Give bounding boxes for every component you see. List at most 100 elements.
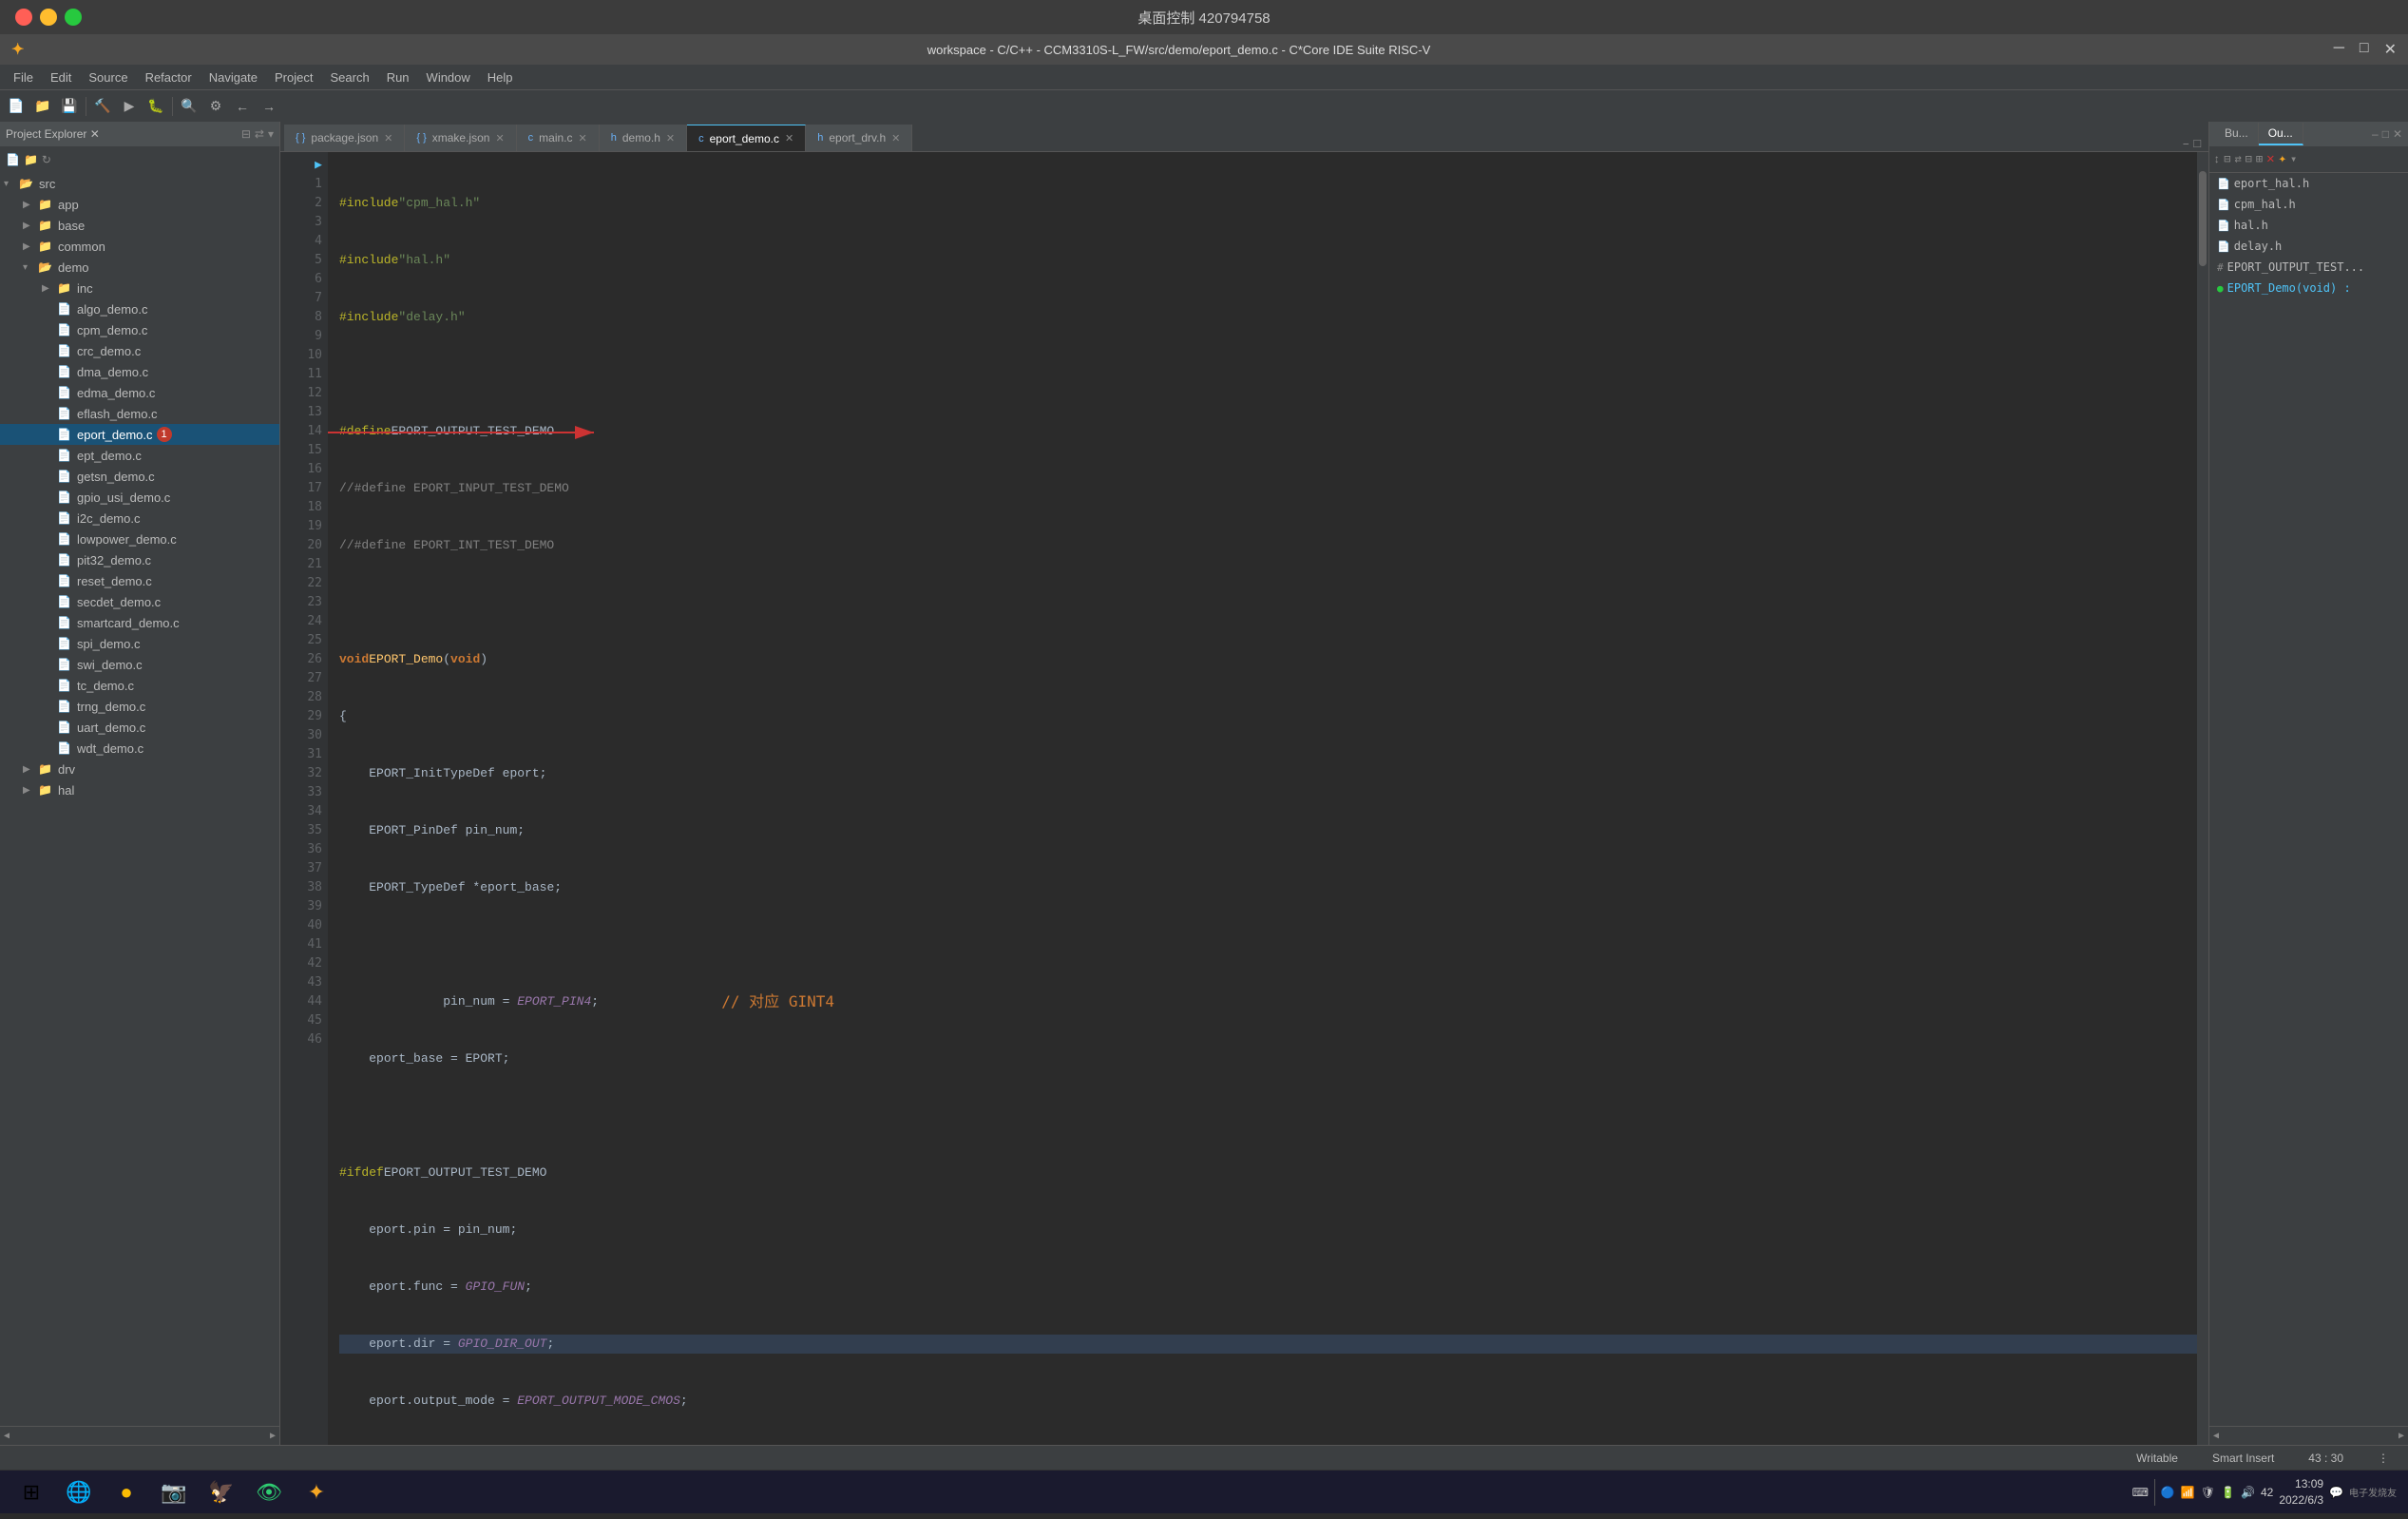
tree-item-demo[interactable]: ▾ 📂 demo [0,257,279,278]
tree-item-secdet-demo[interactable]: 📄 secdet_demo.c [0,591,279,612]
tab-package-json[interactable]: { } package.json ✕ [284,125,405,151]
tree-item-uart-demo[interactable]: 📄 uart_demo.c [0,717,279,738]
tree-item-tc-demo[interactable]: 📄 tc_demo.c [0,675,279,696]
tab-close[interactable]: ✕ [785,132,793,144]
tree-scroll-bar[interactable]: ◀ ▶ [0,1426,279,1445]
scroll-right-icon[interactable]: ▶ [2398,1431,2404,1442]
status-writable[interactable]: Writable [2129,1452,2186,1465]
maximize-panel-icon[interactable]: □ [2193,137,2201,151]
toolbar-debug[interactable]: 🐛 [143,94,168,119]
tree-item-crc-demo[interactable]: 📄 crc_demo.c [0,340,279,361]
toolbar-forward[interactable]: → [257,94,281,119]
expand-icon[interactable]: ⊞ [2256,152,2263,166]
panel-toolbar[interactable]: 📄 📁 ↻ [0,146,279,173]
photos-button[interactable]: 📷 [154,1474,194,1510]
maximize-icon[interactable]: □ [2382,127,2389,141]
menu-project[interactable]: Project [267,68,320,87]
editor-scrollbar[interactable] [2197,152,2208,1445]
tab-build[interactable]: Bu... [2215,123,2259,145]
ide-window-controls[interactable]: ─ □ ✕ [2334,40,2397,59]
outline-item-cpm-hal[interactable]: 📄 cpm_hal.h [2209,194,2408,215]
ide-minimize-button[interactable]: ─ [2334,40,2344,59]
tree-item-app[interactable]: ▶ 📁 app [0,194,279,215]
outline-toolbar[interactable]: ↕ ⊟ ⇄ ⊟ ⊞ ✕ ✦ ▾ [2209,146,2408,173]
tree-item-edma-demo[interactable]: 📄 edma_demo.c [0,382,279,403]
tree-item-common[interactable]: ▶ 📁 common [0,236,279,257]
tab-outline[interactable]: Ou... [2259,123,2303,145]
menu-refactor[interactable]: Refactor [138,68,200,87]
chrome-button[interactable]: ● [106,1474,146,1510]
filter-icon[interactable]: ⊟ [2224,152,2230,166]
toolbar-back[interactable]: ← [230,94,255,119]
tab-close[interactable]: ✕ [384,132,392,144]
outline-item-hal[interactable]: 📄 hal.h [2209,215,2408,236]
link-icon[interactable]: ⇄ [255,127,264,141]
warning-icon[interactable]: ✦ [2279,151,2286,167]
collapse-icon[interactable]: ⊟ [2246,152,2252,166]
tree-item-drv[interactable]: ▶ 📁 drv [0,759,279,779]
tree-item-algo-demo[interactable]: 📄 algo_demo.c [0,298,279,319]
ide-maximize-button[interactable]: □ [2360,40,2369,59]
scrollbar-thumb[interactable] [2199,171,2207,266]
tree-item-i2c-demo[interactable]: 📄 i2c_demo.c [0,508,279,529]
tree-item-ept-demo[interactable]: 📄 ept_demo.c [0,445,279,466]
panel-header-icons[interactable]: – □ ✕ [2372,127,2402,141]
tree-item-getsn-demo[interactable]: 📄 getsn_demo.c [0,466,279,487]
toolbar-run[interactable]: ▶ [117,94,142,119]
menu-help[interactable]: Help [480,68,521,87]
tree-item-inc[interactable]: ▶ 📁 inc [0,278,279,298]
menu-edit[interactable]: Edit [43,68,79,87]
code-content[interactable]: #include "cpm_hal.h" #include "hal.h" #i… [328,152,2208,1445]
tree-item-hal[interactable]: ▶ 📁 hal [0,779,279,800]
panel-header-icons[interactable]: ⊟ ⇄ ▾ [241,127,274,141]
code-editor[interactable]: ▶ 1 2 3 4 5 6 7 8 9 10 11 12 13 14 15 [280,152,2208,1445]
tab-xmake-json[interactable]: { } xmake.json ✕ [405,125,516,151]
close-button[interactable] [15,9,32,26]
ide-button[interactable]: ✦ [296,1474,336,1510]
toolbar-settings[interactable]: ⚙ [203,94,228,119]
scroll-left-icon[interactable]: ◀ [4,1431,10,1442]
minimize-panel-icon[interactable]: – [2182,137,2189,151]
sort-icon[interactable]: ↕ [2213,153,2220,166]
toolbar-search[interactable]: 🔍 [177,94,201,119]
ide-close-button[interactable]: ✕ [2384,40,2397,59]
tree-item-trng-demo[interactable]: 📄 trng_demo.c [0,696,279,717]
window-controls[interactable] [15,9,82,26]
refresh-icon[interactable]: ↻ [42,153,51,166]
menu-icon[interactable]: ▾ [2290,152,2297,166]
tab-close[interactable]: ✕ [495,132,504,144]
tab-main-c[interactable]: c main.c ✕ [517,125,600,151]
minimize-button[interactable] [40,9,57,26]
tab-demo-h[interactable]: h demo.h ✕ [600,125,687,151]
collapse-all-icon[interactable]: ⊟ [241,127,251,141]
tab-close[interactable]: ✕ [579,132,587,144]
tree-item-src[interactable]: ▾ 📂 src [0,173,279,194]
outline-item-eport-hal[interactable]: 📄 eport_hal.h [2209,173,2408,194]
outline-item-eport-output-test[interactable]: # EPORT_OUTPUT_TEST... [2209,257,2408,278]
tree-item-smartcard-demo[interactable]: 📄 smartcard_demo.c [0,612,279,633]
tab-close[interactable]: ✕ [891,132,900,144]
tab-close[interactable]: ✕ [666,132,675,144]
toolbar-build[interactable]: 🔨 [90,94,115,119]
error-icon[interactable]: ✕ [2266,151,2274,167]
menu-window[interactable]: Window [419,68,478,87]
tree-item-cpm-demo[interactable]: 📄 cpm_demo.c [0,319,279,340]
tree-item-gpio-usi-demo[interactable]: 📄 gpio_usi_demo.c [0,487,279,508]
tree-item-eflash-demo[interactable]: 📄 eflash_demo.c [0,403,279,424]
tab-bar-icons[interactable]: – □ [2182,137,2205,151]
close-icon[interactable]: ✕ [2393,127,2402,141]
tree-item-spi-demo[interactable]: 📄 spi_demo.c [0,633,279,654]
scroll-left-icon[interactable]: ◀ [2213,1431,2219,1442]
new-folder-icon[interactable]: 📁 [24,153,38,166]
menu-search[interactable]: Search [322,68,376,87]
start-button[interactable]: ⊞ [11,1474,51,1510]
tree-item-dma-demo[interactable]: 📄 dma_demo.c [0,361,279,382]
panel-menu-icon[interactable]: ▾ [268,127,274,141]
tree-item-swi-demo[interactable]: 📄 swi_demo.c [0,654,279,675]
minimize-icon[interactable]: – [2372,127,2379,141]
menu-file[interactable]: File [6,68,41,87]
outline-item-eport-demo[interactable]: ● EPORT_Demo(void) : [2209,278,2408,298]
taskbar-notification-icon[interactable]: 💬 [2329,1486,2343,1499]
new-file-icon[interactable]: 📄 [6,153,20,166]
toolbar-new[interactable]: 📄 [4,94,29,119]
